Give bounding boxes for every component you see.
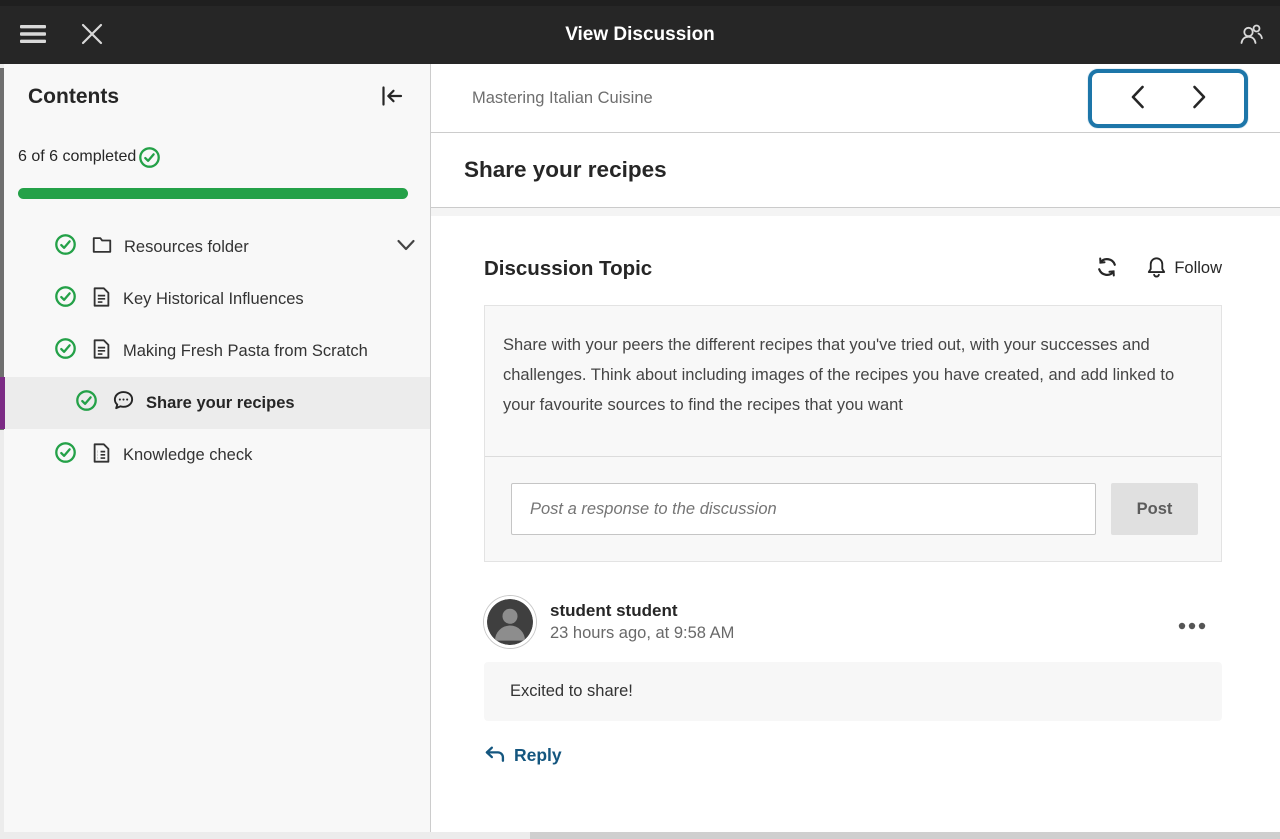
reply-icon: [484, 745, 506, 766]
check-circle-icon: [54, 233, 77, 261]
contents-title: Contents: [28, 85, 119, 109]
reply-label: Reply: [514, 745, 562, 766]
horizontal-scrollbar-thumb[interactable]: [530, 832, 1280, 839]
follow-label: Follow: [1174, 259, 1222, 278]
discussion-topic-body: Share with your peers the different reci…: [485, 306, 1221, 456]
sidebar-item-label: Key Historical Influences: [123, 290, 304, 309]
folder-icon: [91, 234, 113, 261]
collapse-panel-icon: [379, 85, 404, 110]
sidebar-item-label: Making Fresh Pasta from Scratch: [123, 342, 368, 361]
chevron-down-icon[interactable]: [396, 238, 416, 257]
sidebar-item-resources-folder[interactable]: Resources folder: [0, 221, 430, 273]
check-circle-icon: [54, 337, 77, 365]
contents-panel: Contents 6 of 6 completed: [0, 64, 431, 832]
progress-text: 6 of 6 completed: [18, 148, 136, 166]
topbar: View Discussion: [0, 0, 1280, 64]
close-icon: [80, 22, 104, 49]
follow-button[interactable]: Follow: [1146, 256, 1222, 281]
refresh-button[interactable]: [1092, 252, 1122, 285]
post-response-row: Post: [485, 456, 1221, 561]
page-title: Share your recipes: [464, 157, 667, 183]
discussion-topic-heading: Discussion Topic: [484, 257, 652, 281]
collapse-panel-button[interactable]: [375, 81, 408, 114]
response-body: Excited to share!: [484, 662, 1222, 721]
next-item-button[interactable]: [1181, 78, 1218, 119]
check-circle-icon: [54, 441, 77, 469]
document-icon: [91, 286, 112, 313]
view-discussion-page: View Discussion Contents: [0, 0, 1280, 839]
progress-bar: [18, 188, 408, 199]
sidebar-item-making-fresh-pasta[interactable]: Making Fresh Pasta from Scratch: [0, 325, 430, 377]
response-timestamp: 23 hours ago, at 9:58 AM: [550, 624, 734, 643]
menu-button[interactable]: [16, 20, 50, 51]
ellipsis-icon: [1178, 618, 1206, 633]
sidebar-scrollbar[interactable]: [0, 64, 4, 832]
previous-item-button[interactable]: [1119, 78, 1156, 119]
check-circle-icon: [54, 285, 77, 313]
contents-list: Resources folder Key Historical Influenc…: [0, 221, 430, 481]
discussion-icon: [112, 389, 135, 417]
sidebar-item-label: Resources folder: [124, 238, 249, 257]
response-header: student student 23 hours ago, at 9:58 AM: [484, 596, 1222, 648]
page-header-title: View Discussion: [0, 24, 1280, 46]
discussion-main: Mastering Italian Cuisine Share y: [431, 64, 1280, 832]
sidebar-item-share-your-recipes[interactable]: Share your recipes: [0, 377, 430, 429]
reply-button[interactable]: Reply: [484, 745, 562, 766]
quiz-icon: [91, 442, 112, 469]
avatar: [484, 596, 536, 648]
document-icon: [91, 338, 112, 365]
post-button[interactable]: Post: [1111, 483, 1198, 535]
breadcrumb-row: Mastering Italian Cuisine: [431, 64, 1280, 133]
sidebar-item-knowledge-check[interactable]: Knowledge check: [0, 429, 430, 481]
chevron-right-icon: [1191, 84, 1208, 113]
breadcrumb: Mastering Italian Cuisine: [472, 89, 653, 108]
refresh-icon: [1096, 256, 1118, 281]
section-divider: [431, 207, 1280, 216]
sidebar-item-label: Knowledge check: [123, 446, 252, 465]
post-response-input[interactable]: [511, 483, 1096, 535]
sidebar-item-label: Share your recipes: [146, 394, 295, 413]
response-author: student student: [550, 601, 734, 621]
check-circle-icon: [75, 389, 98, 417]
completed-check-icon: [138, 146, 161, 174]
discussion-topic-card: Share with your peers the different reci…: [484, 305, 1222, 562]
selected-item-indicator: [0, 377, 5, 429]
hamburger-icon: [20, 24, 46, 47]
bell-icon: [1146, 256, 1167, 281]
horizontal-scrollbar[interactable]: [0, 832, 1280, 839]
people-icon: [1238, 21, 1264, 50]
chevron-left-icon: [1129, 84, 1146, 113]
nav-buttons-highlight: [1088, 69, 1248, 128]
response-more-button[interactable]: [1174, 614, 1210, 637]
participants-button[interactable]: [1234, 17, 1268, 54]
sidebar-item-key-historical-influences[interactable]: Key Historical Influences: [0, 273, 430, 325]
close-button[interactable]: [76, 18, 108, 53]
